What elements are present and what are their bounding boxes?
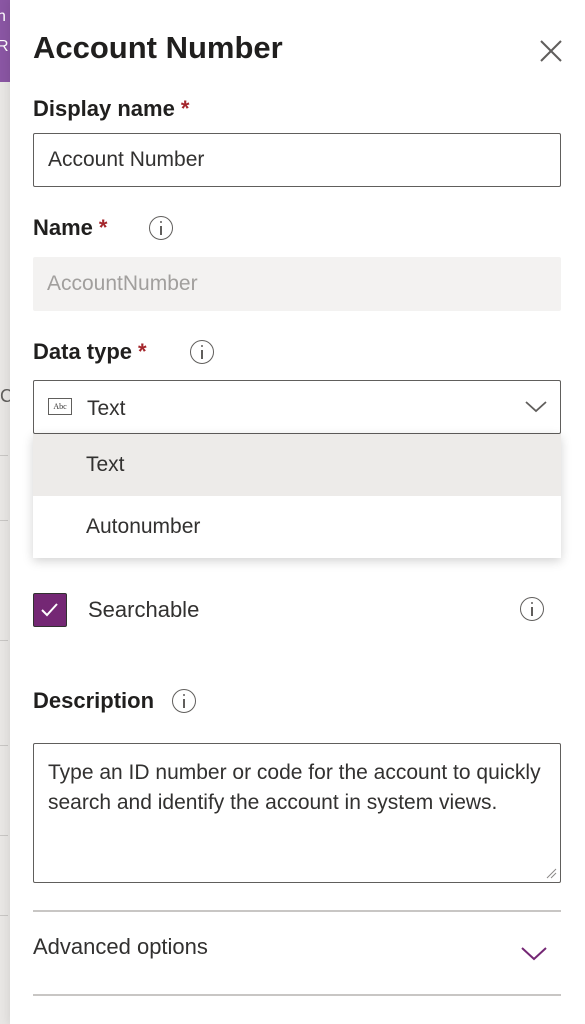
description-value: Type an ID number or code for the accoun… xyxy=(48,761,541,814)
data-type-dropdown-menu: Text Autonumber xyxy=(33,434,561,558)
description-textarea[interactable]: Type an ID number or code for the accoun… xyxy=(33,743,561,883)
resize-handle-icon[interactable] xyxy=(545,867,557,879)
background-cut-text-1: n xyxy=(0,8,6,25)
data-type-label-text: Data type xyxy=(33,339,133,364)
background-app-header: n R xyxy=(0,0,10,82)
name-input: AccountNumber xyxy=(33,257,561,311)
background-divider xyxy=(0,915,8,916)
background-divider xyxy=(0,835,8,836)
data-type-select[interactable]: Abc Text xyxy=(33,380,561,434)
checkmark-icon xyxy=(41,603,58,617)
background-divider xyxy=(0,520,8,521)
section-divider xyxy=(33,994,561,996)
description-label: Description xyxy=(33,688,154,714)
required-asterisk: * xyxy=(138,339,147,364)
required-asterisk: * xyxy=(180,96,190,121)
searchable-checkbox[interactable] xyxy=(33,593,67,627)
dropdown-option-autonumber[interactable]: Autonumber xyxy=(33,496,561,558)
chevron-down-icon[interactable] xyxy=(520,944,548,962)
description-label-text: Description xyxy=(33,688,155,713)
name-label-text: Name xyxy=(33,215,93,240)
display-name-value: Account Number xyxy=(48,148,205,171)
section-divider xyxy=(33,910,561,912)
dropdown-option-text[interactable]: Text xyxy=(33,434,561,496)
name-value: AccountNumber xyxy=(47,272,198,295)
searchable-info-icon[interactable] xyxy=(520,597,544,621)
name-label: Name * xyxy=(33,215,107,241)
close-icon[interactable] xyxy=(538,38,564,64)
data-type-selected-value: Text xyxy=(87,397,126,420)
advanced-options-label[interactable]: Advanced options xyxy=(33,934,208,960)
searchable-label: Searchable xyxy=(88,597,200,622)
description-info-icon[interactable] xyxy=(172,689,196,713)
background-cut-text-2: R xyxy=(0,38,9,55)
text-type-icon: Abc xyxy=(48,398,72,415)
edit-column-panel: Account Number Display name * Account Num… xyxy=(10,0,585,1024)
display-name-label: Display name * xyxy=(33,96,189,122)
name-info-icon[interactable] xyxy=(149,216,173,240)
data-type-info-icon[interactable] xyxy=(190,340,214,364)
data-type-label: Data type * xyxy=(33,339,147,365)
background-divider xyxy=(0,455,8,456)
panel-title: Account Number xyxy=(33,30,283,65)
required-asterisk: * xyxy=(98,215,108,240)
chevron-down-icon xyxy=(525,401,547,413)
display-name-input[interactable]: Account Number xyxy=(33,133,561,187)
background-divider xyxy=(0,745,8,746)
display-name-label-text: Display name xyxy=(33,96,175,121)
background-divider xyxy=(0,640,8,641)
